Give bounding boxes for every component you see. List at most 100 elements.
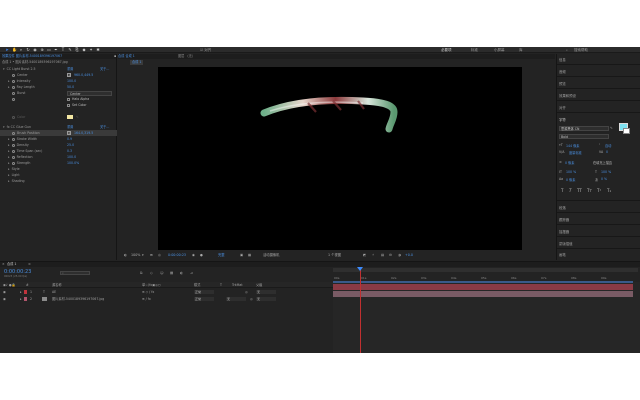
selection-tool-icon[interactable]: ➤ xyxy=(5,48,9,52)
stopwatch-icon[interactable] xyxy=(12,131,15,135)
always-preview-icon[interactable]: ◐ xyxy=(124,250,127,260)
playhead-handle-icon[interactable] xyxy=(357,267,363,271)
character-panel-header[interactable]: 字符 xyxy=(559,117,566,122)
parent-dropdown[interactable]: 无 xyxy=(256,297,276,301)
layer-name[interactable]: 图片素材-5400189396197067.jpg xyxy=(52,296,104,302)
brush-tool-icon[interactable]: ✎ xyxy=(68,48,72,52)
layer-switches[interactable]: ⊕ ◇ / fx xyxy=(142,289,154,295)
layer-switches[interactable]: ⊕ / fx xyxy=(142,296,151,302)
workspace-libraries[interactable]: 库 xyxy=(519,48,523,53)
font-size-value[interactable]: 144 像素 xyxy=(566,143,579,148)
layer-name[interactable]: AE xyxy=(52,289,56,295)
color-channel-icon[interactable]: ● xyxy=(200,250,203,260)
tracker-panel-header[interactable]: 跟踪器 xyxy=(559,217,569,222)
zoom-level[interactable]: 100% xyxy=(131,250,140,260)
stroke-mode-dropdown[interactable]: 在填充上描边 xyxy=(593,160,612,165)
layer-1-duration-bar[interactable] xyxy=(333,284,633,290)
font-style-dropdown[interactable]: Bold xyxy=(559,134,609,139)
stopwatch-icon[interactable] xyxy=(11,79,15,83)
workspace-small-screen[interactable]: 小屏幕 xyxy=(494,48,505,53)
pen-tool-icon[interactable]: ✒ xyxy=(54,48,58,52)
puppet-tool-icon[interactable]: ✱ xyxy=(96,48,100,52)
label-color-swatch[interactable] xyxy=(24,297,27,301)
layer-tab[interactable]: 图层 （无） xyxy=(178,54,195,59)
type-tool-icon[interactable]: T xyxy=(61,48,65,52)
faux-italic-button[interactable]: T xyxy=(569,188,571,193)
stopwatch-icon[interactable] xyxy=(11,155,15,159)
superscript-button[interactable]: T¹ xyxy=(597,188,601,193)
views-dropdown[interactable]: 1 个视图 xyxy=(328,250,341,260)
parent-dropdown[interactable]: 无 xyxy=(256,290,276,294)
label-color-swatch[interactable] xyxy=(24,290,27,294)
crosshair-icon[interactable]: ⊕ xyxy=(67,131,71,135)
pickwhip-icon[interactable]: ◎ xyxy=(245,289,248,295)
exposure-icon[interactable]: ◑ xyxy=(398,250,401,260)
work-area-bar[interactable] xyxy=(333,281,633,283)
blend-mode-dropdown[interactable]: 正常 xyxy=(194,297,214,301)
blend-mode-dropdown[interactable]: 正常 xyxy=(194,290,214,294)
stopwatch-icon[interactable] xyxy=(11,161,15,165)
timeline-icon[interactable]: ▤ xyxy=(381,250,384,260)
crosshair-icon[interactable]: ⊕ xyxy=(67,73,71,77)
snapshot-icon[interactable]: ◉ xyxy=(192,250,195,260)
timeline-tracks[interactable]: 00s 01s 02s 03s 04s 05s 06s 07s 08s 09s xyxy=(333,267,640,353)
zoom-tool-icon[interactable]: ⌕ xyxy=(19,48,23,52)
stroke-size-value[interactable]: 0 像素 xyxy=(565,160,574,165)
visibility-eye-icon[interactable]: ◉ xyxy=(3,289,6,295)
transparency-grid-icon[interactable]: ▦ xyxy=(248,250,251,260)
stopwatch-icon[interactable] xyxy=(12,91,15,95)
stopwatch-icon[interactable] xyxy=(11,85,15,89)
expand-icon[interactable]: ▸ xyxy=(20,296,22,302)
visibility-eye-icon[interactable]: ◉ xyxy=(3,296,6,302)
search-help-input[interactable]: 搜索帮助 xyxy=(574,48,588,53)
camera-dropdown[interactable]: 活动摄像机 xyxy=(263,250,279,260)
stopwatch-icon[interactable] xyxy=(11,137,15,141)
graph-editor-icon[interactable]: ⊿ xyxy=(190,271,193,275)
stopwatch-icon[interactable] xyxy=(11,143,15,147)
small-caps-button[interactable]: Tт xyxy=(587,188,592,193)
info-panel-header[interactable]: 信息 xyxy=(559,57,566,62)
stopwatch-icon[interactable] xyxy=(12,73,15,77)
wiggler-panel-header[interactable]: 摇摆器 xyxy=(559,229,569,234)
set-color-checkbox[interactable]: Set Color xyxy=(67,102,87,108)
draft-3d-icon[interactable]: ◇ xyxy=(150,271,153,275)
clone-tool-icon[interactable]: ⎘ xyxy=(75,48,79,52)
motion-blur-icon[interactable]: ◐ xyxy=(180,271,183,275)
effects-presets-header[interactable]: 效果和预设 xyxy=(559,93,576,98)
tsume-value[interactable]: 0 % xyxy=(601,177,607,181)
playhead[interactable] xyxy=(360,267,361,353)
hand-tool-icon[interactable]: ✋ xyxy=(12,48,17,52)
navigator-bar[interactable] xyxy=(333,268,638,272)
baseline-value[interactable]: 0 像素 xyxy=(566,177,575,182)
stopwatch-icon[interactable] xyxy=(11,149,15,153)
grid-icon[interactable]: ⊞ xyxy=(150,250,153,260)
all-caps-button[interactable]: TT xyxy=(577,188,582,193)
subscript-button[interactable]: T₁ xyxy=(607,188,611,193)
trkmat-dropdown[interactable]: 无 xyxy=(226,297,246,301)
eraser-tool-icon[interactable]: ◆ xyxy=(82,48,86,52)
rotate-tool-icon[interactable]: ↻ xyxy=(26,48,30,52)
comp-nav-chip[interactable]: 合成 1 xyxy=(130,60,144,65)
frame-blend-icon[interactable]: ▦ xyxy=(170,271,173,275)
color-swatch[interactable] xyxy=(67,115,73,119)
region-of-interest-icon[interactable]: ▣ xyxy=(240,250,243,260)
workspace-standard[interactable]: 标准 xyxy=(471,48,478,53)
horizontal-scale-value[interactable]: 100 % xyxy=(601,170,611,174)
current-time[interactable]: 0:00:00:23 xyxy=(168,250,186,260)
vertical-scale-value[interactable]: 100 % xyxy=(566,170,576,174)
kerning-value[interactable]: 度量标准 xyxy=(569,150,582,155)
audio-panel-header[interactable]: 音频 xyxy=(559,69,566,74)
expand-icon[interactable]: ▸ xyxy=(20,289,22,295)
tracking-value[interactable]: 0 xyxy=(606,150,608,154)
comp-flowchart-icon[interactable]: ⧉ xyxy=(140,271,143,275)
toggle-pixel-icon[interactable]: ◩ xyxy=(363,250,366,260)
layer-search-input[interactable] xyxy=(60,271,90,275)
brushes-panel-header[interactable]: 画笔 xyxy=(559,252,566,257)
resolution-dropdown[interactable]: 完整 xyxy=(218,250,225,260)
faux-bold-button[interactable]: T xyxy=(561,188,563,193)
layer-row-1[interactable]: ◉ ▸ 1 T AE ⊕ ◇ / fx 正常 ◎ 无 xyxy=(0,289,333,295)
workspace-essentials[interactable]: 必要项 xyxy=(441,48,452,53)
eyedropper-icon[interactable]: ✎ xyxy=(76,114,79,120)
mask-interpolation-header[interactable]: 蒙版插值 xyxy=(559,241,573,246)
leading-value[interactable]: 自动 xyxy=(605,143,611,148)
